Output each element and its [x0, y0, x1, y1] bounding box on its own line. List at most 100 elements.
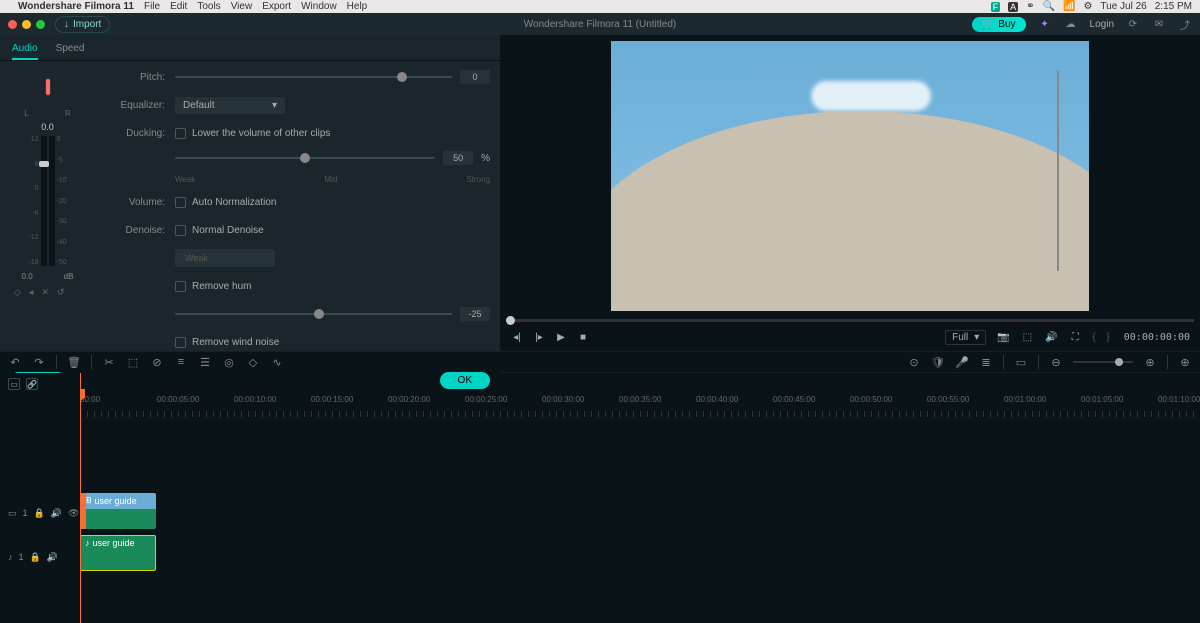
timeline-track-area[interactable]: 00:0000:00:05:0000:00:10:0000:00:15:0000…	[80, 373, 1200, 623]
login-link[interactable]: Login	[1090, 19, 1114, 30]
tab-speed[interactable]: Speed	[56, 39, 85, 60]
scrubber-thumb[interactable]	[506, 316, 515, 325]
mic-button[interactable]: 🎤	[955, 355, 969, 369]
video-clip[interactable]: ⊞user guide	[80, 493, 156, 529]
snapshot-button[interactable]: 📷	[996, 331, 1010, 345]
volume-icon[interactable]: 🔊	[1044, 331, 1058, 345]
hum-slider[interactable]	[175, 313, 452, 315]
remove-wind-checkbox[interactable]	[175, 337, 186, 348]
track-mute-icon[interactable]: 🔊	[47, 552, 58, 563]
keyframe-delete-icon[interactable]: ✕	[41, 287, 49, 298]
remove-hum-checkbox[interactable]	[175, 281, 186, 292]
stop-button[interactable]: ■	[576, 331, 590, 345]
menu-tools[interactable]: Tools	[197, 1, 220, 12]
fullscreen-button[interactable]: ⛶	[1068, 331, 1082, 345]
menu-app-name[interactable]: Wondershare Filmora 11	[18, 1, 134, 12]
control-center-icon[interactable]: ⚙	[1083, 1, 1092, 12]
zoom-out-button[interactable]: ⊖	[1049, 355, 1063, 369]
export-share-icon[interactable]: ⤴	[1178, 17, 1192, 31]
ducking-slider[interactable]	[175, 157, 435, 159]
hum-value[interactable]: -25	[460, 307, 490, 321]
bluetooth-icon[interactable]: ⚭	[1026, 1, 1034, 12]
updates-icon[interactable]: ⟳	[1126, 17, 1140, 31]
normal-denoise-checkbox[interactable]	[175, 225, 186, 236]
delete-button[interactable]: 🗑	[67, 355, 81, 369]
cloud-icon[interactable]: ☁	[1064, 17, 1078, 31]
preview-viewport[interactable]	[611, 41, 1089, 311]
buy-button[interactable]: 🛒 Buy	[972, 17, 1026, 32]
minimize-window-button[interactable]	[22, 20, 31, 29]
menu-export[interactable]: Export	[262, 1, 291, 12]
render-button[interactable]: ▭	[1014, 355, 1028, 369]
balance-knob[interactable]	[45, 78, 51, 96]
prev-frame-button[interactable]: ◂|	[510, 331, 524, 345]
equalizer-dropdown[interactable]: Default ▾	[175, 97, 285, 114]
volume-fader[interactable]	[41, 136, 47, 266]
keyboard-language-icon[interactable]: A	[1008, 2, 1018, 12]
pitch-value[interactable]: 0	[460, 70, 490, 84]
menubar-date[interactable]: Tue Jul 26	[1100, 1, 1146, 12]
denoise-strength[interactable]: Weak	[175, 249, 275, 267]
redo-button[interactable]: ↷	[32, 355, 46, 369]
undo-button[interactable]: ↶	[8, 355, 22, 369]
keyframe-add-icon[interactable]: ◇	[14, 287, 21, 298]
ducking-checkbox[interactable]	[175, 128, 186, 139]
video-track-header[interactable]: ▭ 1 🔒 🔊 👁	[0, 493, 80, 533]
menubar-time[interactable]: 2:15 PM	[1155, 1, 1192, 12]
fader-handle[interactable]	[39, 161, 49, 167]
search-icon[interactable]: 🔍	[1043, 1, 1055, 12]
preview-scrubber[interactable]	[506, 319, 1194, 322]
zoom-in-button[interactable]: ⊕	[1143, 355, 1157, 369]
track-eye-icon[interactable]: 👁	[68, 508, 79, 519]
split-button[interactable]: ✂	[102, 355, 116, 369]
menu-file[interactable]: File	[144, 1, 160, 12]
menu-view[interactable]: View	[231, 1, 253, 12]
color-button[interactable]: ≡	[174, 355, 188, 369]
timeline-layout-button[interactable]: ▭	[8, 378, 20, 390]
record-button[interactable]: ⊙	[907, 355, 921, 369]
keyframe-reset-icon[interactable]: ↺	[57, 287, 65, 298]
timeline-ruler[interactable]: 00:0000:00:05:0000:00:10:0000:00:15:0000…	[80, 395, 1200, 413]
messages-icon[interactable]: ✉	[1152, 17, 1166, 31]
track-mute-icon[interactable]: 🔊	[51, 508, 62, 519]
pitch-slider[interactable]	[175, 76, 452, 78]
keyframe-button[interactable]: ◇	[246, 355, 260, 369]
ducking-value[interactable]: 50	[443, 151, 473, 165]
equalizer-label: Equalizer:	[105, 100, 165, 111]
menu-edit[interactable]: Edit	[170, 1, 187, 12]
timeline-link-button[interactable]: 🔗	[26, 378, 38, 390]
filmora-badge-icon[interactable]: F	[991, 2, 1001, 12]
greenscreen-button[interactable]: ◎	[222, 355, 236, 369]
mark-in-button[interactable]: ⬚	[1020, 331, 1034, 345]
track-lock-icon[interactable]: 🔒	[30, 552, 41, 563]
menu-window[interactable]: Window	[301, 1, 337, 12]
keyframe-prev-icon[interactable]: ◂	[29, 287, 34, 298]
maximize-window-button[interactable]	[36, 20, 45, 29]
import-button[interactable]: ↓ Import	[55, 16, 110, 33]
track-lock-icon[interactable]: 🔒	[34, 508, 45, 519]
preview-quality-dropdown[interactable]: Full▾	[945, 330, 986, 345]
ruler-mark: 00:00:15:00	[311, 395, 353, 404]
mixer-button[interactable]: ≣	[979, 355, 993, 369]
crop-button[interactable]: ⬚	[126, 355, 140, 369]
next-frame-button[interactable]: |▸	[532, 331, 546, 345]
tab-audio[interactable]: Audio	[12, 39, 38, 60]
auto-normalization-label: Auto Normalization	[192, 197, 276, 208]
auto-normalization-checkbox[interactable]	[175, 197, 186, 208]
wifi-icon[interactable]: 📶	[1063, 1, 1075, 12]
play-button[interactable]: ▶	[554, 331, 568, 345]
marker-button[interactable]: 🛡	[931, 355, 945, 369]
ducking-mid-label: Mid	[324, 175, 337, 184]
zoom-slider[interactable]	[1073, 361, 1133, 363]
audio-clip[interactable]: ♪user guide	[80, 535, 156, 571]
menu-help[interactable]: Help	[347, 1, 368, 12]
zoom-fit-button[interactable]: ⊕	[1178, 355, 1192, 369]
close-window-button[interactable]	[8, 20, 17, 29]
playhead[interactable]	[80, 373, 81, 623]
effect-icon[interactable]: ✦	[1038, 17, 1052, 31]
speed-button[interactable]: ⊘	[150, 355, 164, 369]
audio-track-header[interactable]: ♪ 1 🔒 🔊	[0, 537, 80, 577]
adjust-button[interactable]: ☰	[198, 355, 212, 369]
volume-meter-panel: L R 0.0 1260-6-12-18 0-5-10-20-30-40-50 …	[0, 61, 95, 366]
audio-tool-button[interactable]: ∿	[270, 355, 284, 369]
